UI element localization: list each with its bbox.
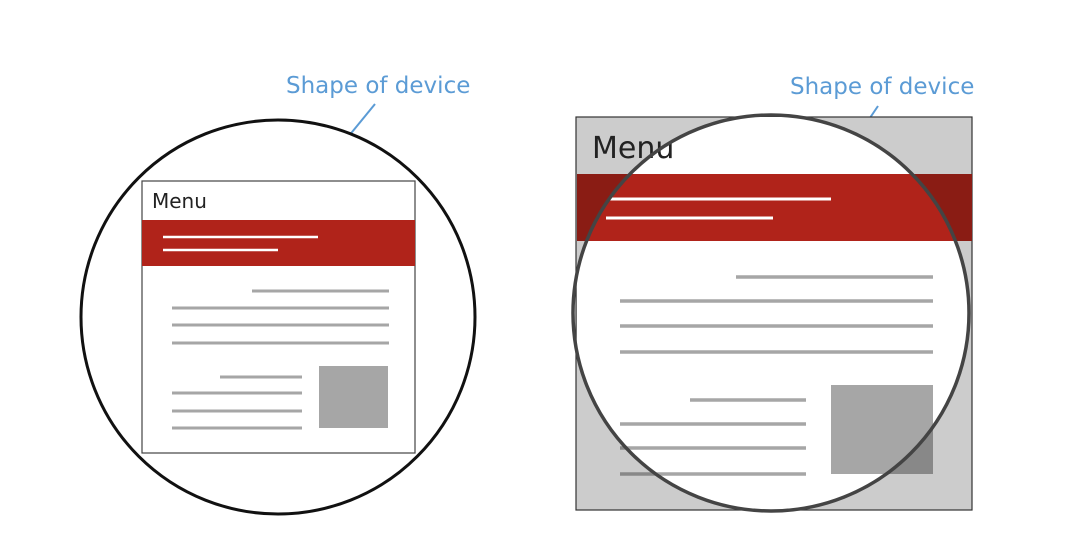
right-callout-label: Shape of device <box>790 74 974 100</box>
left-page-mockup: Menu <box>141 180 416 454</box>
right-panel: Shape of device Menu Menu <box>571 74 974 513</box>
left-header-band <box>142 220 415 266</box>
left-callout-leader <box>347 103 376 138</box>
right-header-band <box>577 174 969 241</box>
left-image-placeholder <box>319 366 388 428</box>
left-panel: Shape of device Menu <box>79 73 477 516</box>
left-callout-label: Shape of device <box>286 73 470 99</box>
left-menu-label: Menu <box>152 189 207 213</box>
diagram-canvas: Shape of device Menu Shape of device Men… <box>79 73 974 516</box>
